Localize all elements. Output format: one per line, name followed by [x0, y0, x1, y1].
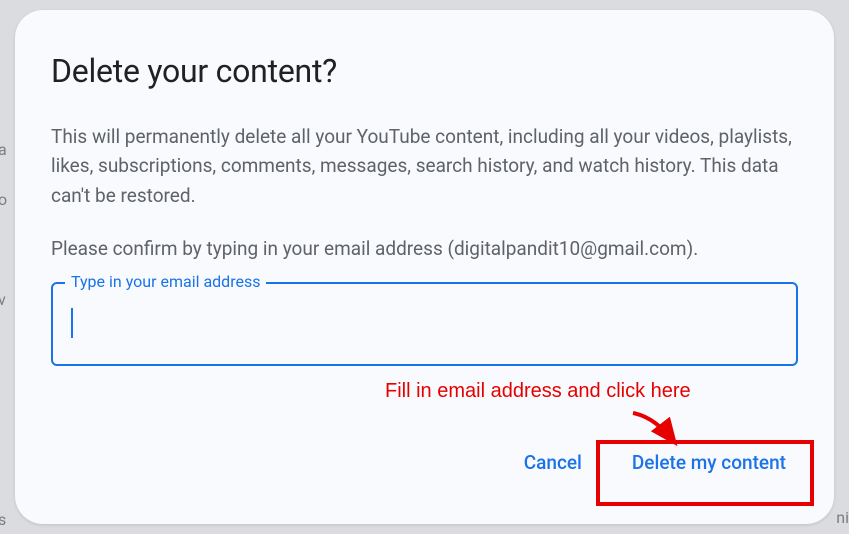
annotation-text: Fill in email address and click here	[385, 380, 691, 403]
dialog-title: Delete your content?	[51, 52, 798, 90]
dialog-confirm-prompt: Please confirm by typing in your email a…	[51, 234, 798, 263]
delete-my-content-button[interactable]: Delete my content	[620, 437, 798, 488]
background-text: v	[0, 290, 6, 309]
delete-content-dialog: Delete your content? This will permanent…	[15, 10, 834, 524]
background-text: o	[0, 190, 7, 209]
email-input-label: Type in your email address	[65, 272, 266, 291]
background-text: s	[0, 510, 6, 529]
background-text: ni	[836, 508, 849, 527]
cancel-button[interactable]: Cancel	[516, 441, 590, 484]
dialog-body-text: This will permanently delete all your Yo…	[51, 122, 798, 210]
background-text: a	[0, 140, 7, 159]
email-input[interactable]	[51, 282, 798, 366]
dialog-button-row: Cancel Delete my content	[516, 437, 798, 488]
email-input-wrapper: Type in your email address	[51, 282, 798, 366]
